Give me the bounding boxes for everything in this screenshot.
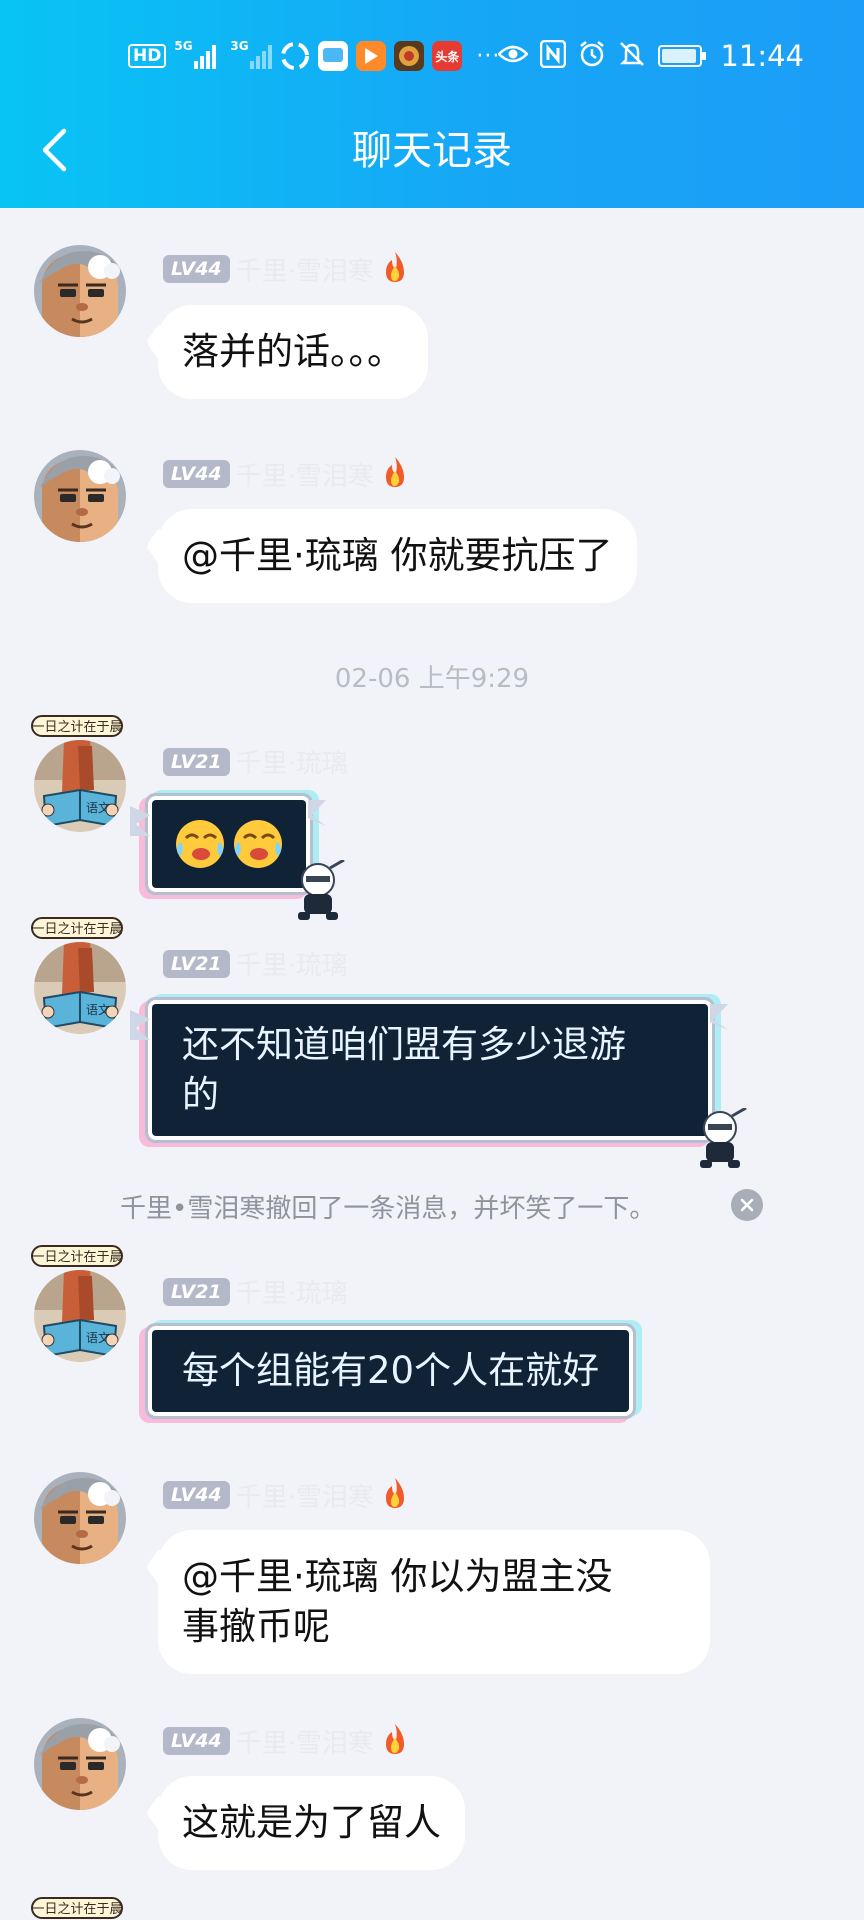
avatar-tag-decoration: 一日之计在于晨 [31, 917, 123, 939]
status-bar: HD 5G 3G 头条 ··· 11:44 [0, 0, 864, 108]
sender-name: 千里·雪泪寒 [235, 1728, 374, 1759]
avatar[interactable]: 一日之计在于晨 [31, 715, 126, 832]
app-toutiao-icon: 头条 [432, 41, 463, 71]
level-badge: LV21 [163, 747, 230, 776]
mute-icon [618, 40, 646, 72]
avatar[interactable] [34, 1718, 126, 1810]
message-text-line: 还不知道咱们盟有多少退游 [182, 1023, 626, 1066]
timestamp: 02-06 上午9:29 [334, 664, 530, 694]
page-title: 聊天记录 [352, 128, 512, 174]
sender-line: LV44 千里·雪泪寒 [163, 250, 410, 288]
level-badge: LV21 [163, 1277, 230, 1306]
sender-name: 千里·琉璃 [235, 749, 348, 779]
close-notice-button[interactable] [731, 1189, 763, 1221]
avatar[interactable]: 一日之计在于晨 [31, 1245, 126, 1362]
svg-text:一日之计在于晨: 一日之计在于晨 [31, 922, 122, 937]
status-time: 11:44 [720, 39, 804, 73]
sender-line: LV44 千里·雪泪寒 [163, 455, 410, 493]
app-message-icon [318, 41, 349, 71]
emoji-bubble[interactable] [130, 800, 346, 922]
message-bubble[interactable]: 每个组能有20个人在就好 [152, 1330, 630, 1412]
svg-text:一日之计在于晨: 一日之计在于晨 [31, 1250, 122, 1265]
message-text-line: 事撤币呢 [182, 1605, 330, 1648]
app-swirl-icon [280, 41, 310, 71]
avatar[interactable]: 一日之计在于晨 [31, 917, 126, 1034]
nfc-icon [540, 39, 567, 72]
message-bubble[interactable]: @千里·琉璃 你以为盟主没 事撤币呢 [158, 1530, 710, 1674]
flame-icon [380, 1476, 410, 1514]
svg-text:一日之计在于晨: 一日之计在于晨 [31, 720, 122, 735]
battery-icon [658, 45, 707, 67]
sender-line: LV44 千里·雪泪寒 [163, 1722, 410, 1760]
sender-line: LV21 千里·琉璃 [163, 743, 348, 780]
eye-icon [497, 44, 530, 68]
avatar[interactable] [34, 1472, 126, 1564]
app-video-icon [356, 41, 387, 71]
sender-line: LV21 千里·琉璃 [163, 945, 348, 982]
sender-line: LV44 千里·雪泪寒 [163, 1476, 410, 1514]
level-badge: LV44 [163, 1727, 230, 1755]
ninja-mascot-icon [698, 1108, 748, 1170]
close-icon [740, 1198, 754, 1212]
message-bubble[interactable]: 落并的话。。。 [158, 305, 428, 399]
avatar-tag-decoration: 一日之计在于晨 [31, 1245, 123, 1267]
message-bubble[interactable]: 这就是为了留人 [158, 1776, 465, 1870]
signal-3g-label: 3G [230, 39, 249, 53]
alarm-icon [578, 40, 606, 72]
signal-3g-icon: 3G [230, 39, 273, 69]
signal-5g-icon: 5G [174, 39, 217, 69]
sender-line: LV21 千里·琉璃 [163, 1273, 348, 1310]
flame-icon [380, 1722, 410, 1760]
avatar-tag-decoration: 一日之计在于晨 [31, 715, 123, 737]
app-game-icon [394, 41, 425, 71]
level-badge: LV44 [163, 1481, 230, 1509]
sender-name: 千里·琉璃 [235, 951, 348, 981]
message-text-line: 的 [182, 1073, 219, 1116]
flame-icon [380, 455, 410, 493]
sender-name: 千里·琉璃 [235, 1279, 348, 1309]
svg-text:一日之计在于晨: 一日之计在于晨 [31, 1902, 122, 1917]
message-bubble[interactable]: @千里·琉璃 你就要抗压了 [158, 509, 637, 603]
flame-icon [380, 250, 410, 288]
more-notifications-icon: ··· [476, 43, 501, 69]
sender-name: 千里·雪泪寒 [235, 1482, 374, 1513]
ninja-mascot-icon [296, 860, 346, 922]
message-text-line: @千里·琉璃 你以为盟主没 [182, 1555, 613, 1598]
header-bar: HD 5G 3G 头条 ··· 11:44 聊天记录 [0, 0, 864, 208]
avatar-tag-decoration: 一日之计在于晨 [31, 1897, 123, 1919]
avatar[interactable] [34, 450, 126, 542]
level-badge: LV44 [163, 255, 230, 283]
crying-face-emoji-icon [174, 818, 226, 870]
status-left-group: HD 5G 3G 头条 ··· [128, 38, 500, 74]
level-badge: LV44 [163, 460, 230, 488]
level-badge: LV21 [163, 949, 230, 978]
recall-notice: 千里•雪泪寒撤回了一条消息，并坏笑了一下。 [120, 1194, 656, 1224]
signal-5g-label: 5G [174, 39, 193, 53]
hd-badge: HD [128, 44, 167, 68]
message-bubble[interactable]: 还不知道咱们盟有多少退游 的 [130, 1004, 748, 1170]
sender-name: 千里·雪泪寒 [235, 256, 374, 287]
sender-name: 千里·雪泪寒 [235, 461, 374, 492]
crying-face-emoji-icon [232, 818, 284, 870]
avatar[interactable] [34, 245, 126, 337]
status-right-group: 11:44 [497, 36, 804, 76]
